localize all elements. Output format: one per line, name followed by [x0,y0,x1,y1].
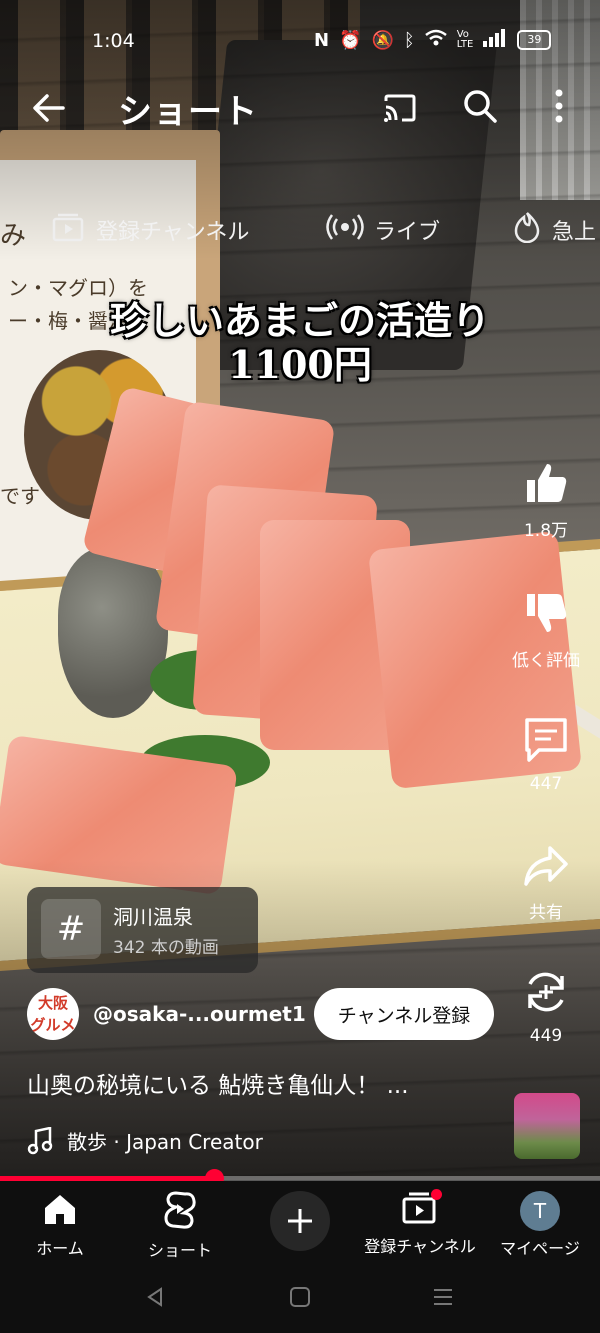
signal-icon [483,28,507,52]
status-icons: N ⏰ 🔕 ᛒ Vo LTE 39 [314,28,552,52]
subscribe-button[interactable]: チャンネル登録 [314,988,494,1040]
dislike-button[interactable]: 低く評価 [506,590,586,671]
volte-icon: Vo LTE [456,29,474,50]
wifi-icon [424,29,447,52]
sound-thumbnail[interactable] [514,1093,580,1159]
page-title: ショート [118,92,258,132]
battery-icon: 39 [517,30,552,50]
live-icon [326,214,364,246]
system-home-icon[interactable] [285,1285,315,1309]
chip-label: ライブ [374,220,441,245]
nav-me[interactable]: T マイページ [480,1191,600,1259]
comment-count: 447 [529,774,563,794]
nfc-icon: N [314,29,330,51]
cast-icon[interactable] [378,86,422,130]
like-button[interactable]: 1.8万 [506,460,586,541]
nav-home-label: ホーム [36,1239,84,1258]
video-description[interactable]: 山奥の秘境にいる 鮎焼き亀仙人！ ... [27,1066,497,1100]
thumb-up-icon [527,464,567,502]
channel-handle[interactable]: @osaka-...ourmet1 [93,1002,306,1026]
remix-count: 449 [529,1026,563,1046]
hashtag-title: 洞川温泉 [113,905,193,929]
share-button[interactable]: 共有 [506,844,586,923]
create-button[interactable] [270,1191,330,1251]
hashtag-video-count: 342 本の動画 [113,938,219,958]
music-note-icon [27,1126,53,1154]
chip-label: 登録チャンネル [96,220,250,245]
shorts-icon [164,1191,196,1229]
share-label: 共有 [529,903,563,923]
avatar-text-2: グルメ [30,1016,76,1034]
music-label: 散歩 · Japan Creator [67,1130,263,1154]
remix-button[interactable]: 449 [506,968,586,1046]
nav-subscriptions-label: 登録チャンネル [364,1237,476,1256]
alarm-icon: ⏰ [339,29,362,51]
sign-text-4: です [0,484,40,508]
chip-subscriptions[interactable]: 登録チャンネル [52,210,249,250]
more-vert-icon[interactable] [544,84,574,128]
fish-head [58,548,168,718]
nav-me-label: マイページ [500,1239,580,1258]
nav-shorts[interactable]: ショート [120,1191,240,1261]
hashtag-icon: # [41,899,101,959]
notification-dot [431,1189,442,1200]
dislike-label: 低く評価 [512,651,580,671]
mute-icon: 🔕 [371,29,394,51]
trending-icon [512,211,542,249]
remix-icon [528,972,564,1012]
nav-shorts-label: ショート [147,1241,212,1260]
share-icon [524,846,568,886]
search-icon[interactable] [458,84,502,128]
system-back-icon[interactable] [140,1285,170,1309]
thumb-down-icon [527,594,567,632]
chip-trending[interactable]: 急上 [512,210,596,250]
like-count: 1.8万 [523,521,569,541]
status-time: 1:04 [92,30,135,52]
bottom-nav: ホーム ショート 登録チャンネル T マイページ [0,1181,600,1333]
nav-home[interactable]: ホーム [0,1191,120,1259]
hashtag-card[interactable]: # 洞川温泉 342 本の動画 [27,887,258,973]
bluetooth-icon: ᛒ [403,29,415,51]
avatar-text-1: 大阪 [37,994,68,1012]
subscriptions-icon [52,212,86,248]
subscriptions-nav-icon [402,1189,442,1229]
comment-button[interactable]: 447 [506,716,586,794]
chip-live[interactable]: ライブ [326,210,440,250]
system-recents-icon[interactable] [428,1285,458,1309]
nav-subscriptions[interactable]: 登録チャンネル [360,1189,480,1257]
music-row[interactable]: 散歩 · Japan Creator [27,1126,263,1155]
chip-label: 急上 [552,220,597,245]
account-avatar: T [520,1191,560,1231]
plus-icon [288,1209,312,1233]
video-caption-price: 1100円 [228,342,372,387]
home-icon [45,1195,75,1224]
back-arrow-icon[interactable] [26,86,70,130]
channel-avatar[interactable]: 大阪 グルメ [27,988,79,1040]
comment-icon [525,718,567,762]
